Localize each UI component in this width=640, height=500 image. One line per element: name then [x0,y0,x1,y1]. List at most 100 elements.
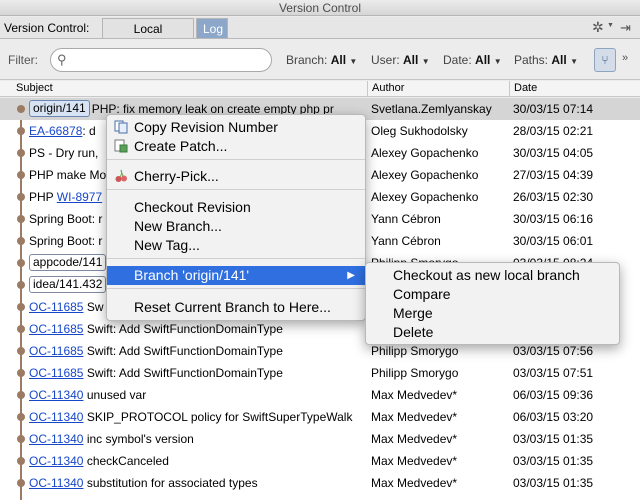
commit-message: PS - Dry run, [29,146,102,160]
issue-link[interactable]: OC-11685 [29,300,83,314]
issue-link[interactable]: OC-11340 [29,388,83,402]
commit-node-icon [17,435,25,443]
commit-author: Max Medvedev* [371,454,458,468]
commit-node-icon [17,303,25,311]
commit-node-icon [17,281,25,289]
commit-node-icon [17,193,25,201]
gear-icon[interactable]: ✲ [592,19,604,36]
menu-item-label: Create Patch... [134,138,228,154]
commit-message: PHP [29,190,57,204]
submenu-item-checkout-new[interactable]: Checkout as new local branch [366,266,619,285]
commit-date: 30/03/15 07:14 [513,102,594,116]
chevron-down-icon[interactable]: ▼ [607,22,614,29]
tab-local-changes[interactable]: Local Changes [102,18,194,56]
user-filter-dropdown[interactable]: User: All ▼ [371,53,430,67]
date-filter-label: Date: [443,53,472,67]
submenu-item-delete[interactable]: Delete [366,323,619,342]
commit-author: Max Medvedev* [371,432,458,446]
commit-date: 06/03/15 09:36 [513,388,594,402]
menu-item-reset-branch[interactable]: Reset Current Branch to Here... [107,298,365,317]
menu-item-label: Copy Revision Number [134,119,278,135]
issue-link[interactable]: EA-66878 [29,124,82,138]
commit-node-icon [17,391,25,399]
commit-author: Philipp Smorygo [371,366,459,380]
issue-link[interactable]: WI-8977 [57,190,102,204]
menu-item-label: Cherry-Pick... [134,168,219,184]
more-actions-icon[interactable]: » [622,52,628,64]
commit-subject: OC-11340 SKIP_PROTOCOL policy for SwiftS… [29,406,365,428]
commit-date: 26/03/15 02:30 [513,190,594,204]
table-row[interactable]: OC-11340 unused var Max Medvedev* 06/03/15… [0,384,640,406]
hide-panel-icon[interactable]: ⇥ [620,20,631,36]
date-filter-value: All [475,53,491,67]
submenu-item-merge[interactable]: Merge [366,304,619,323]
issue-link[interactable]: OC-11340 [29,454,83,468]
table-row[interactable]: OC-11340 inc symbol's version Max Medvede… [0,428,640,450]
commit-author: Svetlana.Zemlyanskay [371,102,492,116]
branch-filter-dropdown[interactable]: Branch: All ▼ [286,53,357,67]
menu-item-create-patch[interactable]: Create Patch... [107,137,365,156]
commit-message: unused var [83,388,147,402]
issue-link[interactable]: OC-11340 [29,410,83,424]
issue-link[interactable]: OC-11685 [29,344,83,358]
commit-author: Yann Cébron [371,212,441,226]
filter-bar: Filter: ⚲ Branch: All ▼ User: All ▼ Date… [0,40,640,80]
commit-node-icon [17,215,25,223]
issue-link[interactable]: OC-11340 [29,476,83,490]
chevron-down-icon: ▼ [493,57,502,66]
issue-link[interactable]: OC-11340 [29,432,83,446]
commit-node-icon [17,413,25,421]
window-title: Version Control [0,0,640,16]
paths-filter-value: All [551,53,567,67]
tool-window-tabbar: Version Control: Local Changes Log ✲ ▼ ⇥ [0,17,640,56]
commit-date: 03/03/15 07:51 [513,366,594,380]
column-subject[interactable]: Subject [12,81,367,97]
menu-item-cherry-pick[interactable]: Cherry-Pick... [107,167,365,186]
issue-link[interactable]: OC-11685 [29,366,83,380]
branch-filter-value: All [330,53,347,67]
branch-label[interactable]: origin/141 [29,100,90,117]
table-row[interactable]: OC-11685 Swift: Add SwiftFunctionDomainT… [0,362,640,384]
commit-author: Alexey Gopachenko [371,190,479,204]
commit-author: Alexey Gopachenko [371,168,479,182]
menu-item-branch-submenu[interactable]: Branch 'origin/141' ▶ [107,266,365,285]
commit-node-icon [17,347,25,355]
table-header: Subject Author Date [0,81,640,97]
commit-subject: OC-11685 Swift: Add SwiftFunctionDomainT… [29,340,365,362]
commit-author: Yann Cébron [371,234,441,248]
menu-item-new-tag[interactable]: New Tag... [107,236,365,255]
table-row[interactable]: OC-11340 substitution for associated typ… [0,472,640,494]
commit-date: 03/03/15 01:35 [513,476,594,490]
date-filter-dropdown[interactable]: Date: All ▼ [443,53,502,67]
submenu-item-compare[interactable]: Compare [366,285,619,304]
chevron-down-icon: ▼ [349,57,358,66]
issue-link[interactable]: OC-11685 [29,322,83,336]
branch-submenu: Checkout as new local branch Compare Mer… [365,262,620,345]
commit-message: Sw [83,300,104,314]
user-filter-value: All [403,53,419,67]
commit-node-icon [17,457,25,465]
paths-filter-dropdown[interactable]: Paths: All ▼ [514,53,578,67]
commit-node-icon [17,105,25,113]
menu-item-new-branch[interactable]: New Branch... [107,217,365,236]
graph-toggle-icon[interactable]: ⑂ [594,48,616,72]
commit-message: Swift: Add SwiftFunctionDomainType [83,344,283,358]
branch-label[interactable]: appcode/141 [29,254,107,271]
commit-date: 30/03/15 06:16 [513,212,594,226]
tab-log[interactable]: Log [196,18,228,38]
table-row[interactable]: OC-11340 SKIP_PROTOCOL policy for SwiftS… [0,406,640,428]
column-author[interactable]: Author [367,81,509,97]
commit-author: Alexey Gopachenko [371,146,479,160]
menu-item-copy-revision[interactable]: Copy Revision Number [107,118,365,137]
table-row[interactable]: OC-11340 checkCanceled Max Medvedev* 03/03… [0,450,640,472]
menu-item-checkout-revision[interactable]: Checkout Revision [107,198,365,217]
commit-node-icon [17,149,25,157]
branch-label[interactable]: idea/141.432 [29,276,107,293]
commit-subject: OC-11685 Swift: Add SwiftFunctionDomainT… [29,318,365,340]
commit-subject: OC-11340 checkCanceled [29,450,365,472]
commit-date: 27/03/15 04:39 [513,168,594,182]
column-date[interactable]: Date [509,81,640,97]
commit-author: Max Medvedev* [371,388,458,402]
filter-search-input[interactable]: ⚲ [50,48,272,72]
context-menu: Copy Revision Number Create Patch... Che… [106,114,366,321]
